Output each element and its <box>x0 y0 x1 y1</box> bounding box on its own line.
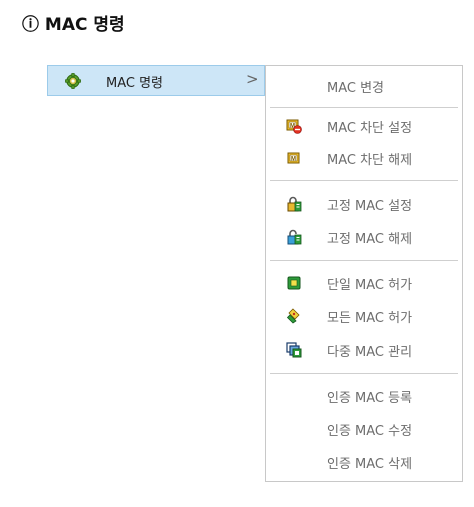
page-heading: ⓘ MAC 명령 <box>22 10 125 35</box>
info-marker: ⓘ <box>22 15 39 35</box>
submenu-item-label: 인증 MAC 등록 <box>327 391 413 406</box>
submenu-item-multi-mac-manage[interactable]: 다중 MAC 관리 <box>266 335 462 365</box>
submenu-item-fixed-mac-set[interactable]: 고정 MAC 설정 <box>266 189 462 219</box>
all-mac-allow-icon <box>286 308 300 324</box>
submenu-item-label: 인증 MAC 삭제 <box>327 457 413 472</box>
submenu-item-label: 인증 MAC 수정 <box>327 424 413 439</box>
menu-separator <box>270 107 458 108</box>
menu-item-mac-command[interactable]: MAC 명령 > <box>47 65 265 96</box>
submenu-item-mac-block-release[interactable]: M MAC 차단 해제 <box>266 143 462 173</box>
submenu-item-label: 고정 MAC 해제 <box>327 232 413 247</box>
svg-text:M: M <box>291 156 296 162</box>
submenu-item-auth-mac-edit[interactable]: 인증 MAC 수정 <box>266 414 462 444</box>
submenu-item-label: MAC 차단 해제 <box>327 153 413 168</box>
menu-separator <box>270 373 458 374</box>
menu-separator <box>270 260 458 261</box>
fixed-mac-release-icon <box>287 229 302 245</box>
submenu-item-mac-change[interactable]: MAC 변경 <box>266 71 462 101</box>
submenu-item-label: MAC 변경 <box>327 81 385 96</box>
mac-block-set-icon: M <box>286 119 302 134</box>
submenu-item-auth-mac-register[interactable]: 인증 MAC 등록 <box>266 381 462 411</box>
submenu-item-fixed-mac-release[interactable]: 고정 MAC 해제 <box>266 222 462 252</box>
submenu-item-label: 단일 MAC 허가 <box>327 278 413 293</box>
chevron-right-icon: > <box>246 70 259 88</box>
submenu-item-label: MAC 차단 설정 <box>327 121 413 136</box>
gear-icon <box>65 73 81 89</box>
fixed-mac-set-icon <box>287 196 302 212</box>
mac-command-submenu: MAC 변경 M MAC 차단 설정 M MAC 차단 해제 고정 MAC 설정 <box>265 65 463 482</box>
submenu-item-single-mac-allow[interactable]: 단일 MAC 허가 <box>266 268 462 298</box>
multi-mac-manage-icon <box>286 342 302 358</box>
submenu-item-label: 고정 MAC 설정 <box>327 199 413 214</box>
submenu-item-label: 다중 MAC 관리 <box>327 345 413 360</box>
submenu-item-label: 모든 MAC 허가 <box>327 311 413 326</box>
mac-block-release-icon: M <box>287 152 300 164</box>
menu-separator <box>270 180 458 181</box>
single-mac-allow-icon <box>287 276 301 290</box>
submenu-item-all-mac-allow[interactable]: 모든 MAC 허가 <box>266 301 462 331</box>
heading-title: MAC 명령 <box>44 15 125 35</box>
submenu-item-mac-block-set[interactable]: M MAC 차단 설정 <box>266 111 462 141</box>
submenu-item-auth-mac-delete[interactable]: 인증 MAC 삭제 <box>266 447 462 477</box>
menu-item-label: MAC 명령 <box>106 76 164 91</box>
